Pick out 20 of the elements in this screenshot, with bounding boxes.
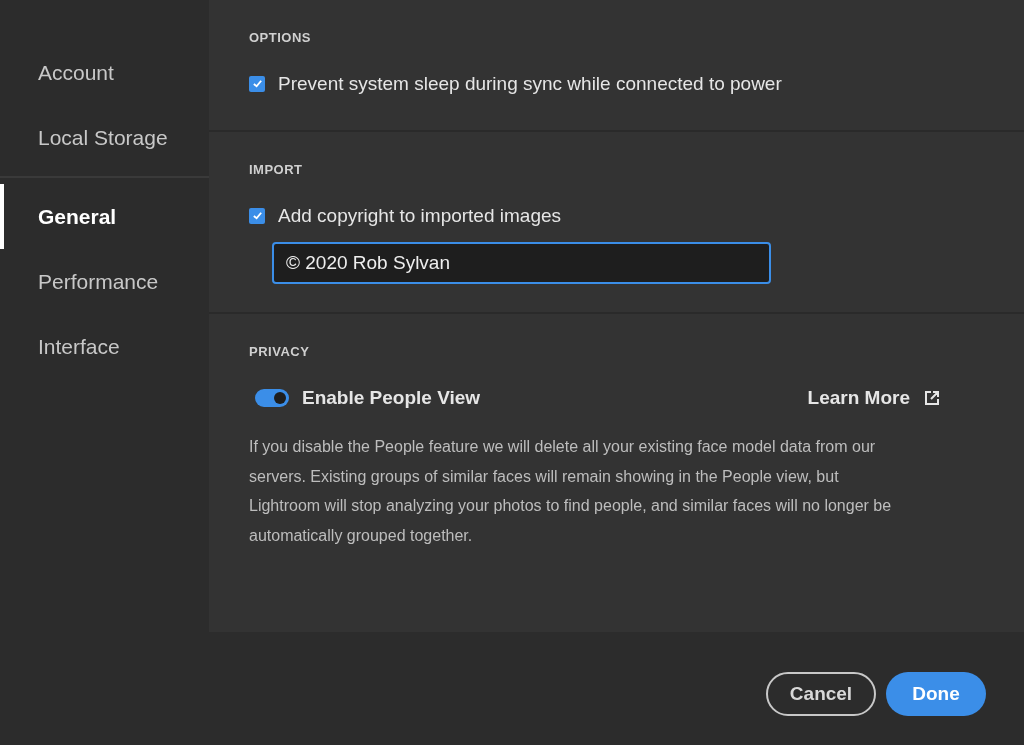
checkmark-icon — [251, 78, 263, 90]
toggle-label: Enable People View — [302, 385, 481, 410]
sidebar-item[interactable]: Performance — [0, 249, 209, 314]
section-heading: PRIVACY — [249, 343, 311, 361]
sidebar-item[interactable]: Interface — [0, 314, 209, 379]
sidebar-item[interactable]: Account — [0, 40, 209, 105]
checkbox[interactable] — [249, 75, 265, 92]
checkmark-icon — [251, 210, 263, 222]
checkbox-label: Add copyright to imported images — [278, 203, 562, 228]
section-heading: OPTIONS — [249, 29, 312, 47]
privacy-description: If you disable the People feature we will delete all your existing face model data from our servers. Existing groups of similar faces will remain showing in the People view, but Lightroom will stop analyzing your photos to find people, and similar faces will no longer be automatically grouped together. — [249, 437, 893, 546]
toggle-switch[interactable] — [255, 388, 289, 407]
checkbox-label: Prevent system sleep during sync while connected to power — [278, 71, 782, 96]
external-link-icon — [924, 389, 940, 406]
section-heading: IMPORT — [249, 161, 304, 179]
learn-more-link[interactable]: Learn More — [807, 383, 940, 412]
checkbox[interactable] — [249, 207, 265, 224]
copyright-field[interactable]: © 2020 Rob Sylvan — [272, 242, 771, 284]
sidebar-item[interactable]: Local Storage — [0, 105, 209, 170]
cancel-button[interactable]: Cancel — [766, 672, 876, 716]
